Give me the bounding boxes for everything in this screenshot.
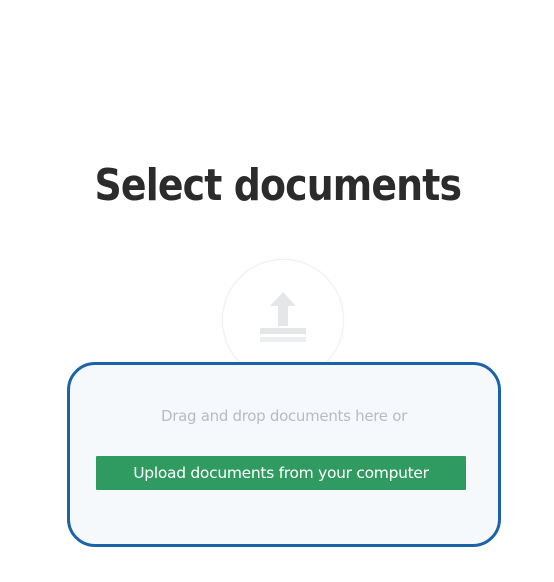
page-title: Select documents bbox=[94, 160, 462, 211]
upload-documents-button[interactable]: Upload documents from your computer bbox=[96, 456, 466, 490]
drop-zone[interactable]: Drag and drop documents here or Upload d… bbox=[67, 362, 501, 547]
drop-instructions: Drag and drop documents here or bbox=[161, 407, 407, 425]
upload-arrow-graphic bbox=[260, 292, 306, 342]
